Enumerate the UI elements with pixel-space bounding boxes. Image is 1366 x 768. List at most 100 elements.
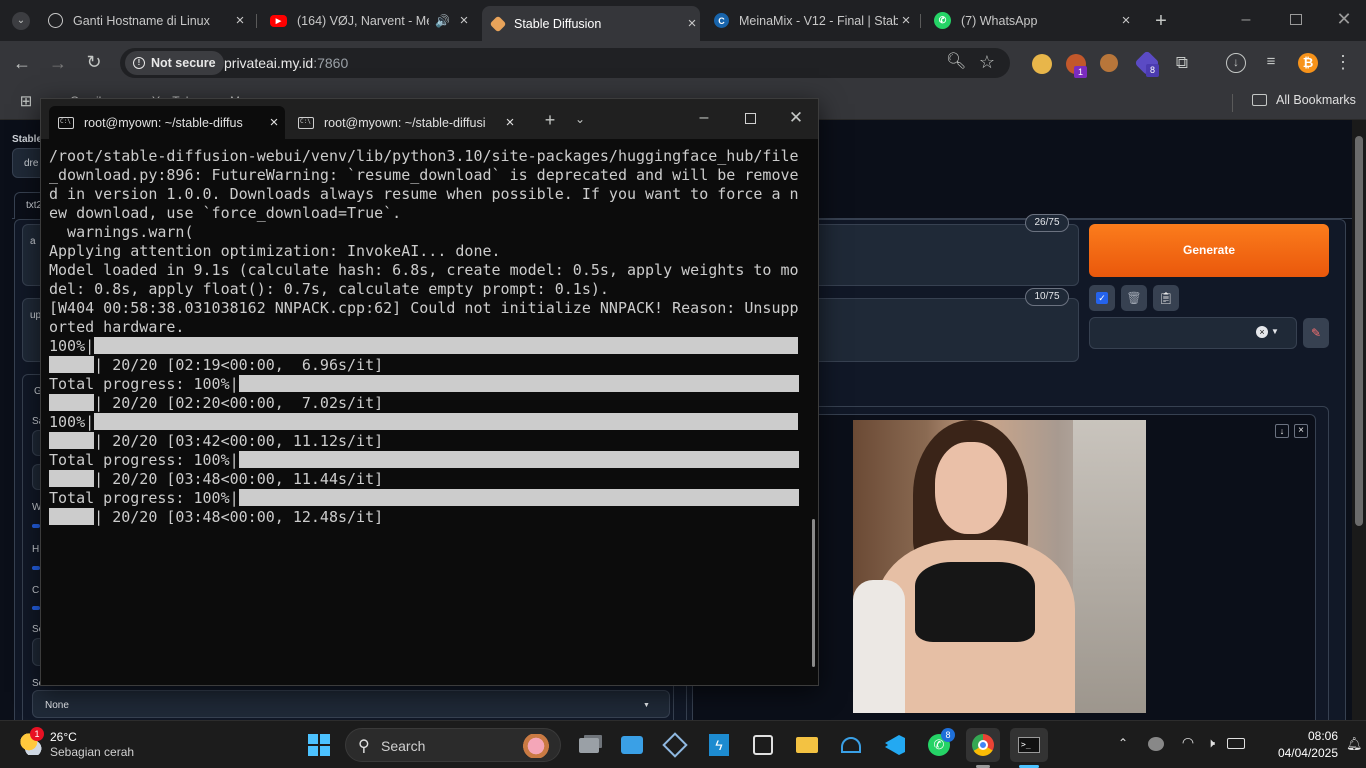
power-automate-icon[interactable]: ϟ	[702, 728, 736, 762]
progress-prefix: Total progress: 100%|	[49, 489, 239, 507]
terminal-line: Model loaded in 9.1s (calculate hash: 6.…	[49, 261, 799, 279]
whatsapp-badge: 8	[941, 728, 955, 742]
checkbox-icon[interactable]: ✓	[1089, 285, 1115, 311]
terminal-scrollbar[interactable]	[812, 519, 815, 667]
browser-tab[interactable]: ▶ (164) VØJ, Narvent - Mer 🔊 ×	[270, 8, 472, 33]
clipboard-icon[interactable]: 📋︎	[1153, 285, 1179, 311]
restore-window-icon[interactable]	[1290, 14, 1302, 25]
progress-prefix: 100%|	[49, 413, 95, 431]
bitcoin-extension-icon[interactable]: ₿	[1298, 53, 1318, 73]
browser-tab-active[interactable]: Stable Diffusion ×	[482, 6, 700, 41]
windows-taskbar: 1 26°C Sebagian cerah ⚲ Search ϟ ✆ 8 >_ …	[0, 720, 1366, 768]
extension-badge: 1	[1074, 66, 1087, 78]
generated-image[interactable]	[853, 420, 1146, 713]
page-scrollbar[interactable]	[1352, 120, 1366, 720]
cfg-slider[interactable]	[32, 606, 40, 610]
close-tab-icon[interactable]: ×	[898, 12, 914, 29]
terminal-window: C:\ root@myown: ~/stable-diffus × C:\ ro…	[40, 98, 819, 686]
browser-tab[interactable]: ✆ (7) WhatsApp ×	[934, 8, 1134, 33]
clock-date[interactable]: 04/04/2025	[1250, 746, 1338, 760]
all-bookmarks[interactable]: All Bookmarks	[1252, 93, 1356, 107]
weather-temp: 26°C	[50, 730, 77, 744]
tab-dropdown-icon[interactable]: ⌄	[571, 113, 589, 125]
notification-bell-icon[interactable]: 🔔︎	[1346, 737, 1363, 750]
edit-styles-button[interactable]: ✎	[1303, 318, 1329, 348]
start-button[interactable]	[302, 728, 336, 762]
url-text[interactable]: privateai.my.id:7860	[224, 55, 348, 71]
close-tab-icon[interactable]: ×	[1118, 12, 1134, 29]
height-slider[interactable]	[32, 566, 40, 570]
weather-widget[interactable]: 1 26°C Sebagian cerah	[14, 727, 144, 763]
virtualbox-icon[interactable]	[658, 728, 692, 762]
widgets-icon[interactable]	[615, 728, 649, 762]
close-image-icon[interactable]: ×	[1294, 424, 1308, 438]
apps-grid-icon[interactable]: ⊞	[18, 94, 34, 109]
speaker-icon[interactable]: 🔊	[435, 14, 450, 28]
close-window-icon[interactable]: ✕	[787, 109, 805, 126]
snipping-tool-icon[interactable]	[746, 728, 780, 762]
clear-icon[interactable]: ×	[1256, 326, 1268, 338]
maximize-window-icon[interactable]	[745, 113, 756, 124]
terminal-taskbar-icon[interactable]: >_	[1010, 728, 1048, 762]
browser-tab-strip: ⌄ Ganti Hostname di Linux × ▶ (164) VØJ,…	[0, 0, 1366, 41]
network-share-icon[interactable]	[834, 728, 868, 762]
address-bar[interactable]: ! Not secure privateai.my.id:7860 🔍︎ ☆	[120, 48, 1010, 78]
terminal-line: _download.py:896: FutureWarning: `resume…	[49, 166, 799, 184]
progress-bar	[94, 413, 799, 430]
generate-button[interactable]: Generate	[1089, 224, 1329, 277]
trash-icon[interactable]: 🗑︎	[1121, 285, 1147, 311]
wifi-icon[interactable]: ◠	[1180, 735, 1196, 749]
terminal-output[interactable]: /root/stable-diffusion-webui/venv/lib/py…	[49, 147, 799, 647]
close-tab-icon[interactable]: ×	[263, 114, 285, 131]
browser-tab[interactable]: C MeinaMix - V12 - Final | Stab ×	[714, 8, 914, 33]
download-icon[interactable]: ↓	[1226, 53, 1246, 73]
terminal-line: Applying attention optimization: InvokeA…	[49, 242, 501, 260]
battery-icon[interactable]	[1227, 738, 1245, 749]
new-tab-icon[interactable]: +	[541, 111, 559, 129]
puzzle-extensions-icon[interactable]: ⧉	[1172, 54, 1192, 71]
taskbar-search[interactable]: ⚲ Search	[345, 728, 561, 762]
download-image-icon[interactable]: ↓	[1275, 424, 1289, 438]
close-tab-icon[interactable]: ×	[456, 12, 472, 29]
file-explorer-icon[interactable]	[790, 728, 824, 762]
tab-search-icon[interactable]: ⌄	[12, 12, 30, 30]
terminal-line: orted hardware.	[49, 318, 185, 336]
vscode-icon[interactable]	[878, 728, 912, 762]
progress-bar	[238, 489, 799, 506]
minimize-window-icon[interactable]: –	[695, 110, 713, 126]
dropdown-chevron-icon: ▼	[1271, 327, 1279, 336]
close-tab-icon[interactable]: ×	[232, 12, 248, 29]
back-icon[interactable]: ←	[12, 54, 32, 72]
globe-icon	[48, 13, 63, 28]
terminal-tab[interactable]: C:\ root@myown: ~/stable-diffusi ×	[289, 106, 521, 139]
security-tray-icon[interactable]	[1148, 737, 1164, 751]
width-slider[interactable]	[32, 524, 40, 528]
new-tab-icon[interactable]: +	[1152, 11, 1170, 31]
dropdown-chevron-icon: ▼	[643, 702, 650, 709]
cookie-extension-icon[interactable]	[1100, 54, 1118, 72]
show-hidden-icons-icon[interactable]: ⌃	[1116, 737, 1130, 749]
script-select[interactable]	[32, 690, 670, 718]
chrome-icon[interactable]	[966, 728, 1000, 762]
reload-icon[interactable]: ↻	[84, 53, 104, 71]
script-select-value: None	[45, 700, 69, 711]
clock-time[interactable]: 08:06	[1258, 729, 1338, 743]
forward-icon[interactable]: →	[48, 54, 68, 72]
terminal-line: warnings.warn(	[49, 223, 194, 241]
terminal-tab-active[interactable]: C:\ root@myown: ~/stable-diffus ×	[49, 106, 285, 139]
sd-title: Stable	[12, 134, 43, 145]
minimize-window-icon[interactable]: –	[1238, 12, 1254, 28]
zoom-icon[interactable]: 🔍︎	[946, 54, 966, 70]
task-view-icon[interactable]	[572, 728, 606, 762]
search-highlight-icon	[516, 734, 556, 758]
bookmark-star-icon[interactable]: ☆	[978, 53, 996, 71]
close-tab-icon[interactable]: ×	[499, 114, 521, 131]
media-control-icon[interactable]: ≡	[1262, 54, 1280, 69]
security-chip[interactable]: ! Not secure	[125, 51, 224, 75]
close-window-icon[interactable]: ✕	[1336, 10, 1352, 28]
browser-tab[interactable]: Ganti Hostname di Linux ×	[48, 8, 248, 33]
volume-icon[interactable]: 🕨	[1203, 736, 1219, 749]
menu-icon[interactable]: ⋮	[1334, 53, 1352, 71]
extension-icon[interactable]	[1032, 54, 1052, 74]
close-tab-icon[interactable]: ×	[684, 15, 700, 32]
